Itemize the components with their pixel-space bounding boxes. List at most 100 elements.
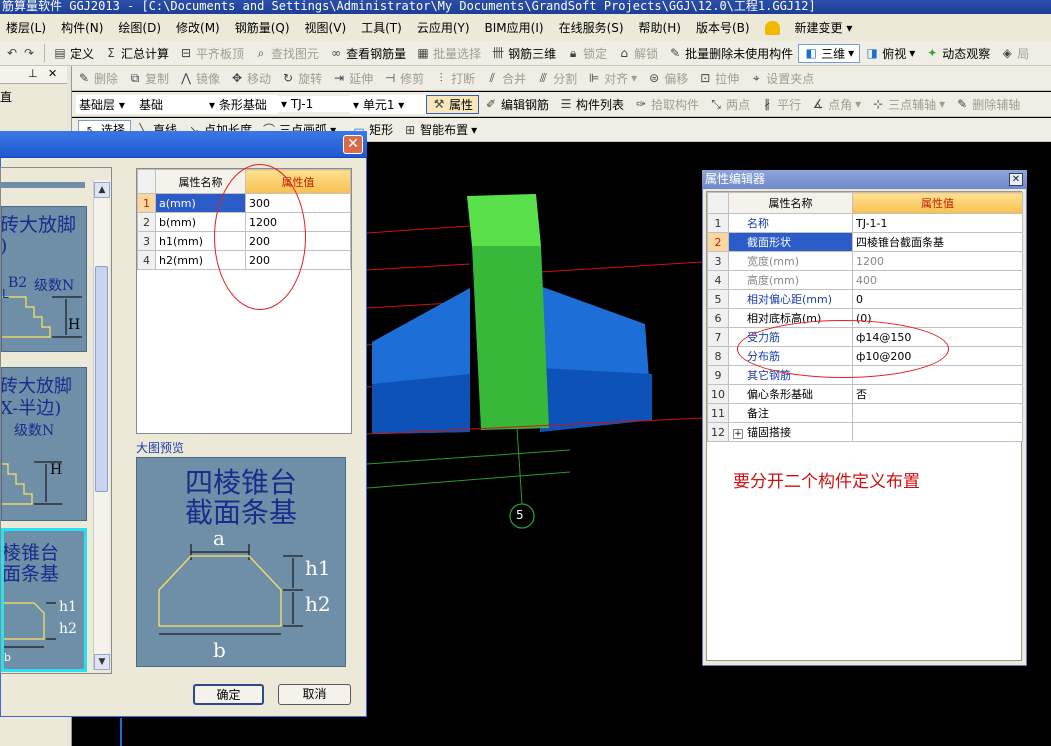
scroll-down-button[interactable]: ▼ — [94, 654, 110, 670]
menu-cloud[interactable]: 云应用(Y) — [417, 19, 470, 36]
menu-version[interactable]: 版本号(B) — [696, 19, 750, 36]
redo-button[interactable]: ↶ ↷ — [0, 46, 41, 60]
scroll-thumb[interactable] — [95, 266, 108, 492]
parallel-button[interactable]: ∦ 平行 — [755, 96, 806, 113]
lock-button[interactable]: 🔒︎ 锁定 — [561, 45, 612, 62]
close-icon[interactable]: ✕ — [48, 67, 57, 80]
sum-button[interactable]: Σ 汇总计算 — [99, 45, 174, 62]
expand-icon[interactable]: + — [733, 429, 743, 439]
prop-value[interactable]: 1200 — [852, 251, 1023, 271]
batch-delete-button[interactable]: ✎ 批量删除未使用构件 — [663, 45, 798, 62]
dialog-close-button[interactable]: ✕ — [343, 135, 363, 154]
align-button[interactable]: ⊫ 对齐 ▾ — [582, 70, 642, 87]
prop-name: 高度(mm) — [728, 270, 853, 290]
table-row[interactable]: 12 + 锚固搭接 — [707, 422, 1023, 442]
menu-online[interactable]: 在线服务(S) — [559, 19, 624, 36]
pick-button[interactable]: ✑ 拾取构件 — [629, 96, 704, 113]
dialog-titlebar[interactable] — [0, 131, 367, 158]
table-row[interactable]: 11 备注 — [707, 403, 1023, 423]
menu-tools[interactable]: 工具(T) — [361, 19, 402, 36]
split-button[interactable]: ⫻ 分割 — [531, 70, 582, 87]
footing-right-face — [540, 368, 652, 432]
local-button[interactable]: ◈ 局 — [995, 45, 1034, 62]
two-point-button[interactable]: ⤡ 两点 — [704, 96, 755, 113]
topview-dropdown[interactable]: ◨ 俯视 ▾ — [860, 45, 920, 62]
three-point-button[interactable]: ⊹ 三点辅轴 ▾ — [866, 96, 950, 113]
define-button[interactable]: ▤ 定义 — [48, 45, 99, 62]
type-select[interactable]: ▾ 条形基础 — [206, 94, 278, 114]
prop-value[interactable] — [852, 422, 1023, 442]
menu-rebar[interactable]: 钢筋量(Q) — [235, 19, 290, 36]
table-row[interactable]: 1 名称 TJ-1-1 — [707, 213, 1023, 233]
stretch-button[interactable]: ⊡ 拉伸 — [693, 70, 744, 87]
unit-select[interactable]: ▾ 单元1 ▾ — [350, 94, 426, 114]
menu-modify[interactable]: 修改(M) — [176, 19, 220, 36]
table-row[interactable]: 10 偏心条形基础否 — [707, 384, 1023, 404]
prop-value[interactable]: 否 — [852, 384, 1023, 404]
define-icon: ▤ — [54, 46, 66, 60]
prop-value[interactable]: TJ-1-1 — [852, 213, 1023, 233]
point-angle-button[interactable]: ∡ 点角 ▾ — [806, 96, 866, 113]
edit-rebar-button[interactable]: ✐ 编辑钢筋 — [479, 96, 554, 113]
shape-item-frustum[interactable]: 棱锥台 面条基 h1 h2 b — [1, 528, 87, 672]
shape-list-scrollbar[interactable]: ▲ ▼ — [93, 180, 110, 670]
move-icon: ✥ — [232, 71, 243, 85]
menu-help[interactable]: 帮助(H) — [639, 19, 681, 36]
prop-value[interactable]: 0 — [852, 289, 1023, 309]
table-row[interactable]: 2 截面形状 四棱锥台截面条基 — [707, 232, 1023, 252]
unlock-button[interactable]: ⌂ 解锁 — [612, 45, 663, 62]
rotate-button[interactable]: ↻ 旋转 — [276, 70, 327, 87]
menu-component[interactable]: 构件(N) — [61, 19, 103, 36]
find-button[interactable]: ⌕ 查找图元 — [249, 45, 324, 62]
dynamic-view-button[interactable]: ✦ 动态观察 — [920, 45, 995, 62]
view-rebar-button[interactable]: ∞ 查看钢筋量 — [324, 45, 411, 62]
delete-button[interactable]: ✎ 删除 — [72, 70, 123, 87]
delete-axis-icon: ✎ — [957, 97, 968, 111]
prop-value[interactable]: 400 — [852, 270, 1023, 290]
shape-item-brick-footing[interactable]: 砖大放脚 ) B2 级数N L H — [1, 206, 87, 352]
topview-label: 俯视 — [882, 46, 907, 61]
row-number: 9 — [707, 365, 729, 385]
align-top-button[interactable]: ⊟ 平齐板顶 — [174, 45, 249, 62]
table-row[interactable]: 4 高度(mm) 400 — [707, 270, 1023, 290]
attribute-button[interactable]: ⚒ 属性 — [426, 94, 480, 114]
prop-value[interactable] — [852, 403, 1023, 423]
parallel-icon: ∦ — [764, 97, 771, 111]
rebar-3d-button[interactable]: 卌钢筋三维 — [486, 45, 561, 62]
offset-button[interactable]: ⊜ 偏移 — [642, 70, 693, 87]
move-button[interactable]: ✥ 移动 — [225, 70, 276, 87]
smart-layout-button[interactable]: ⊞ 智能布置 ▾ — [398, 121, 482, 138]
floor-select[interactable]: 基础层 ▾ — [76, 94, 136, 114]
component-select[interactable]: ▾ TJ-1 — [278, 96, 350, 112]
menu-view[interactable]: 视图(V) — [305, 19, 347, 36]
menu-draw[interactable]: 绘图(D) — [118, 19, 161, 36]
shape-title: 砖大放脚 ) — [1, 214, 77, 257]
batch-select-button[interactable]: ▦ 批量选择 — [411, 45, 486, 62]
break-button[interactable]: ⫶ 打断 — [429, 70, 480, 87]
merge-button[interactable]: ⫽ 合并 — [480, 70, 531, 87]
extend-button[interactable]: ⇥ 延伸 — [327, 70, 378, 87]
scroll-up-button[interactable]: ▲ — [94, 182, 110, 198]
copy-button[interactable]: ⧉ 复制 — [123, 70, 174, 87]
property-editor-title[interactable]: 属性编辑器 — [702, 170, 1027, 189]
helmet-icon[interactable] — [764, 20, 780, 35]
table-row[interactable]: 3 宽度(mm) 1200 — [707, 251, 1023, 271]
pin-icon[interactable]: ⊥ — [28, 67, 38, 80]
table-row[interactable]: 5 相对偏心距(mm) 0 — [707, 289, 1023, 309]
cancel-button[interactable]: 取消 — [278, 684, 351, 705]
shape-item-brick-half[interactable]: 砖大放脚 X-半边) 级数N H — [1, 367, 87, 521]
component-list-button[interactable]: ☰ 构件列表 — [554, 96, 629, 113]
property-editor-close-icon[interactable]: ✕ — [1009, 173, 1023, 186]
grip-button[interactable]: ⌖ 设置夹点 — [744, 70, 819, 87]
delete-axis-button[interactable]: ✎ 删除辅轴 — [950, 96, 1025, 113]
ok-button[interactable]: 确定 — [193, 684, 264, 705]
mirror-button[interactable]: ⋀ 镜像 — [174, 70, 225, 87]
prop-name: 偏心条形基础 — [728, 384, 853, 404]
view3d-dropdown[interactable]: ◧ 三维 ▾ — [798, 43, 861, 63]
trim-button[interactable]: ⊣ 修剪 — [378, 70, 429, 87]
menu-new-change[interactable]: 新建变更 ▾ — [795, 19, 853, 36]
category-select[interactable]: 基础 — [136, 94, 206, 114]
menu-floor[interactable]: 楼层(L) — [6, 19, 46, 36]
menu-bim[interactable]: BIM应用(I) — [485, 19, 544, 36]
prop-value[interactable]: 四棱锥台截面条基 — [852, 232, 1023, 252]
